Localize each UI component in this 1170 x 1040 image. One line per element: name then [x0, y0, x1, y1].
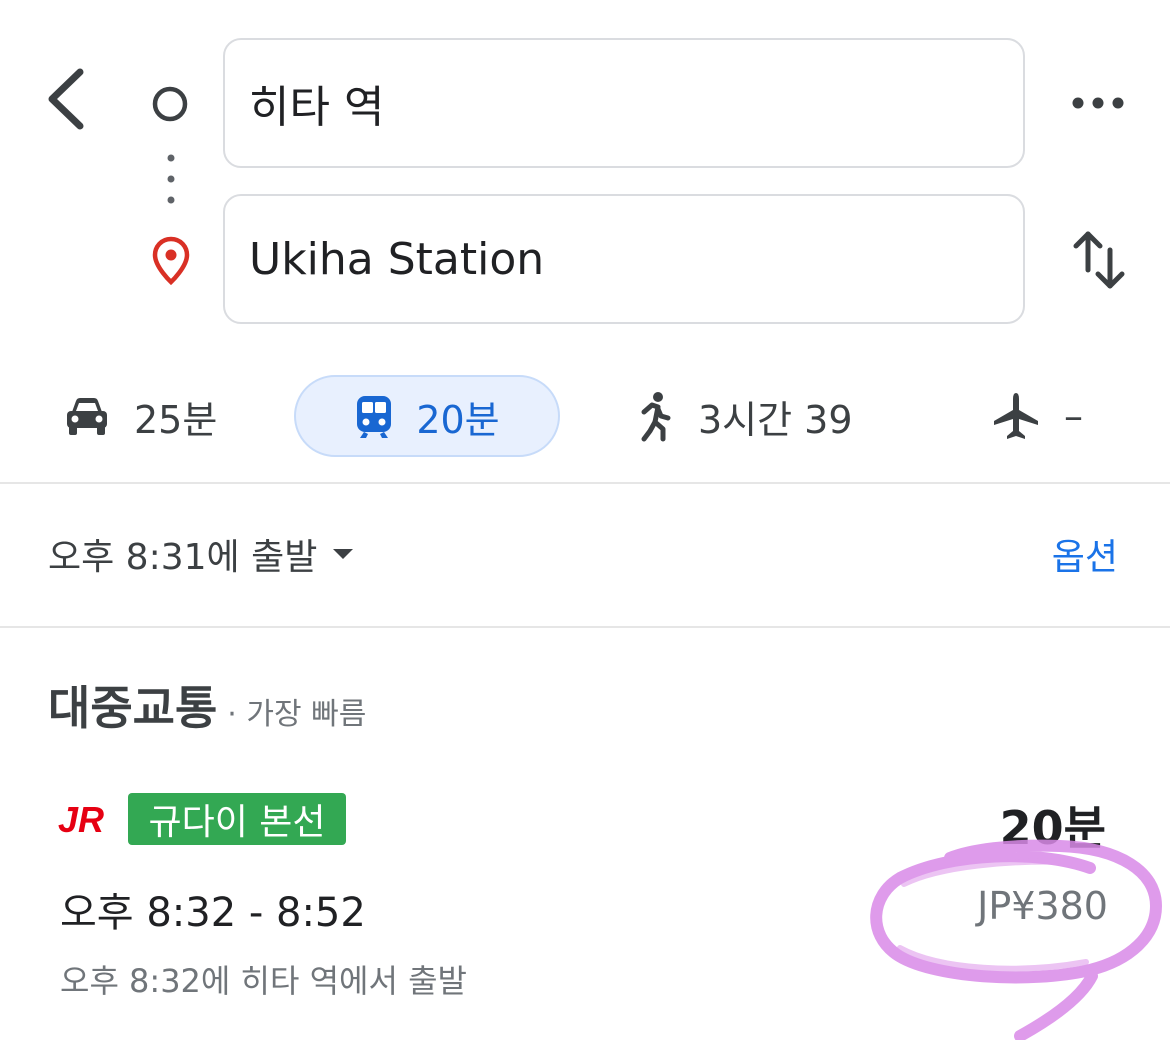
mode-drive-label: 25분	[134, 397, 218, 442]
divider	[0, 626, 1170, 628]
destination-pin-icon	[150, 236, 192, 286]
route-fare: JP¥380	[977, 884, 1108, 928]
mode-transit-label: 20분	[416, 397, 500, 442]
section-title: 대중교통	[48, 681, 218, 735]
divider	[0, 482, 1170, 484]
destination-input[interactable]: Ukiha Station	[223, 194, 1025, 324]
mode-walk-label: 3시간 39	[698, 397, 853, 442]
walking-icon	[641, 392, 671, 442]
route-times: 오후 8:32 - 8:52	[60, 890, 366, 936]
airplane-icon	[994, 393, 1038, 439]
options-label: 옵션	[1051, 537, 1118, 578]
car-icon	[67, 398, 107, 435]
swap-vertical-icon	[1073, 231, 1125, 289]
route-duration: 20분	[999, 801, 1106, 855]
swap-locations-button[interactable]	[1068, 224, 1130, 296]
mode-walk[interactable]: 3시간 39	[632, 375, 853, 457]
hand-drawn-circle-annotation	[870, 839, 1162, 1040]
origin-input[interactable]: 히타 역	[223, 38, 1025, 168]
origin-circle-icon	[150, 84, 190, 124]
departure-time-selector[interactable]: 오후 8:31에 출발	[48, 526, 355, 582]
jr-logo-icon: JR	[58, 799, 120, 840]
mode-flight-label: –	[1064, 394, 1083, 438]
section-heading: 대중교통 · 가장 빠름	[48, 672, 366, 742]
back-button[interactable]	[40, 64, 96, 134]
origin-input-value: 히타 역	[249, 82, 385, 133]
chevron-left-icon	[48, 68, 84, 130]
line-name: 규다이 본선	[148, 802, 326, 843]
route-dots-icon	[164, 152, 178, 208]
mode-flight[interactable]: –	[990, 375, 1083, 457]
options-button[interactable]: 옵션	[1052, 526, 1118, 582]
mode-drive[interactable]: 25분	[62, 375, 217, 457]
more-options-button[interactable]	[1066, 88, 1130, 118]
more-horizontal-icon	[1072, 97, 1124, 109]
departure-note: 오후 8:32에 히타 역에서 출발	[60, 962, 467, 1000]
mode-transit[interactable]: 20분	[294, 375, 560, 457]
directions-screen: 히타 역 Ukiha Station 25분 20분 3시간 39 – 오후 8…	[0, 0, 1170, 1040]
dropdown-arrow-icon	[333, 549, 354, 559]
section-subtitle: · 가장 빠름	[227, 697, 367, 732]
departure-time-label: 오후 8:31에 출발	[48, 537, 318, 578]
jr-logo-text: JR	[58, 800, 104, 838]
line-badge: 규다이 본선	[128, 793, 346, 845]
train-icon	[357, 396, 392, 438]
destination-input-value: Ukiha Station	[249, 233, 545, 285]
